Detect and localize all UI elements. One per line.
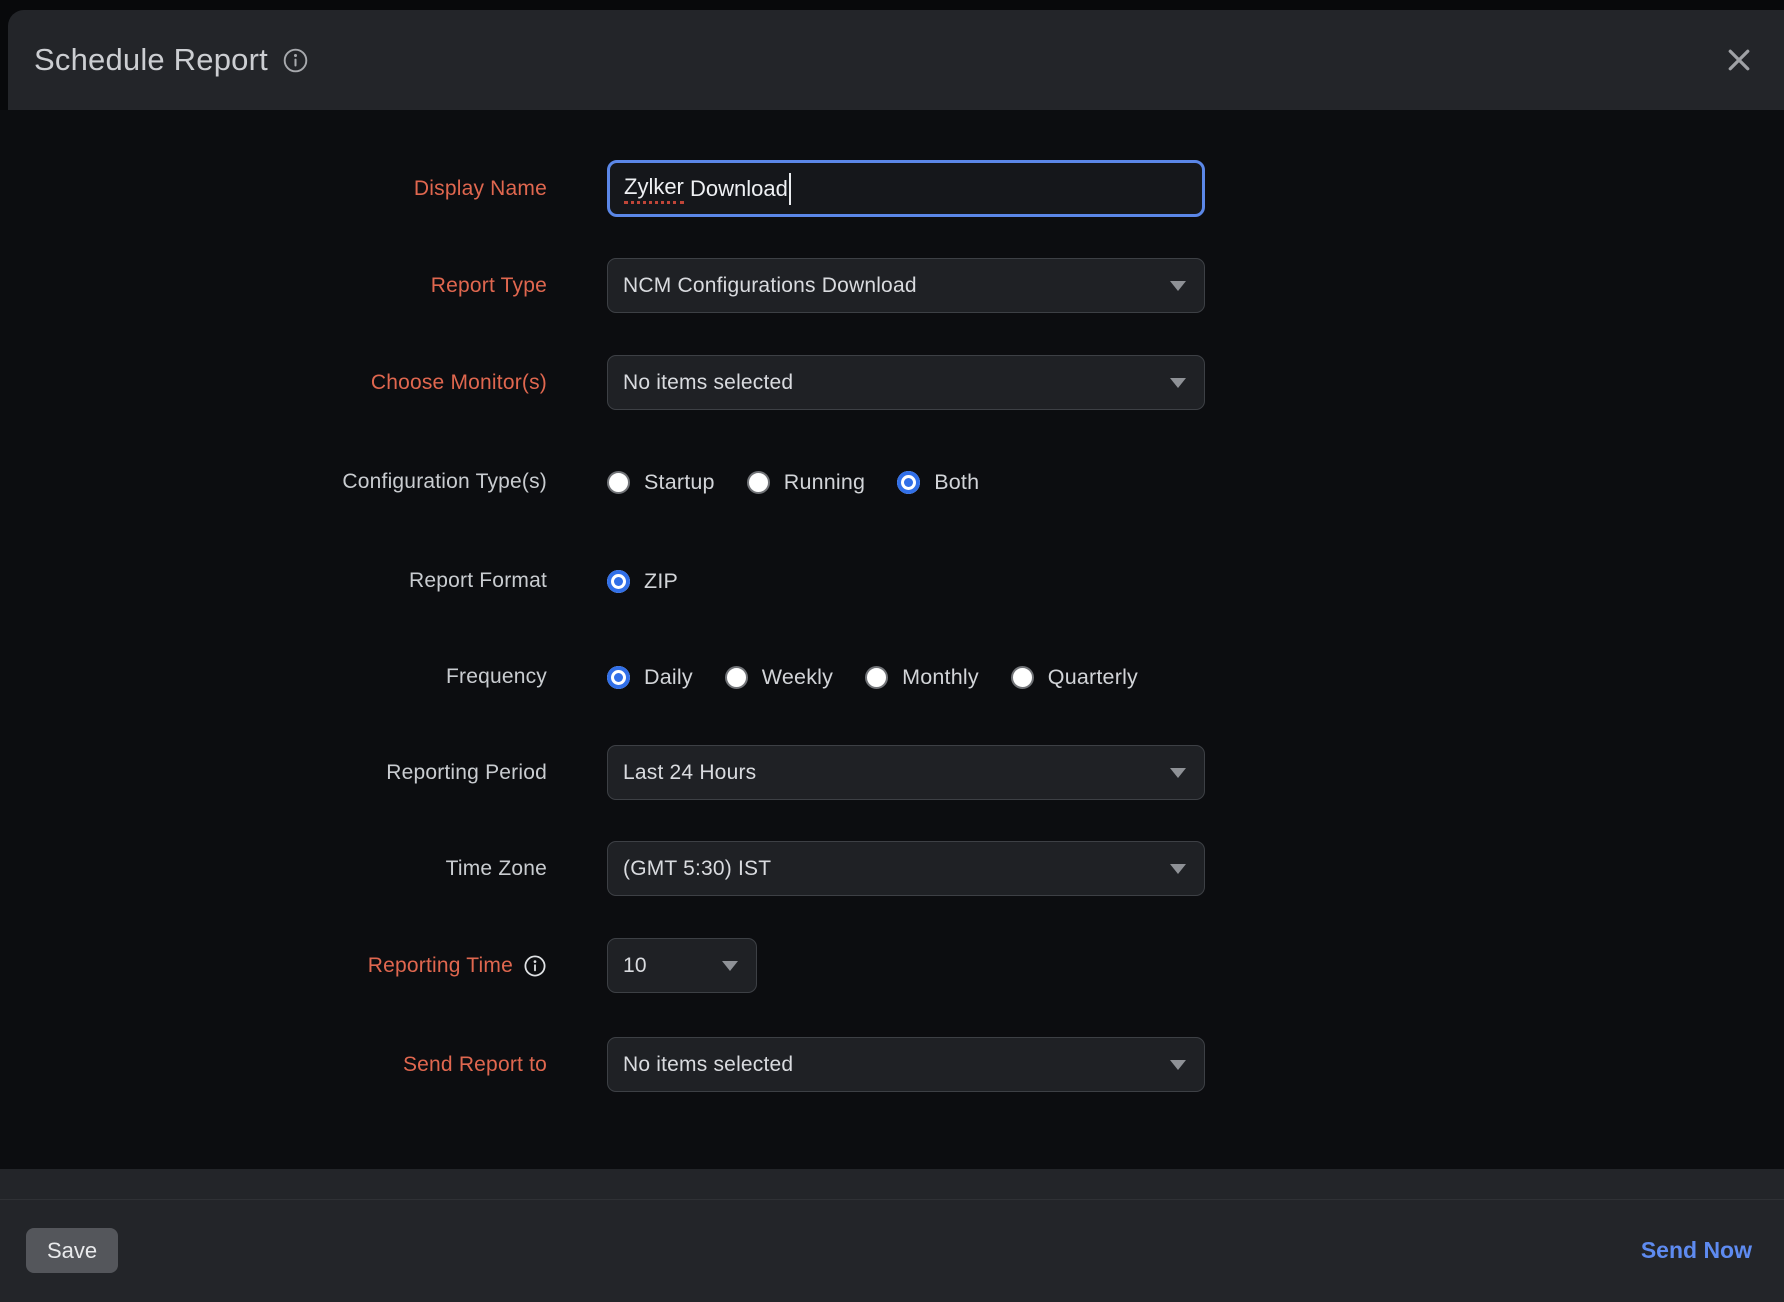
radio-unselected-icon bbox=[865, 666, 888, 689]
chevron-down-icon bbox=[1170, 281, 1186, 291]
reporting-time-row: Reporting Time 10 bbox=[0, 938, 1784, 993]
radio-running[interactable]: Running bbox=[747, 470, 866, 495]
schedule-report-dialog: Schedule Report Display Name Zylker Down… bbox=[0, 0, 1784, 1302]
reporting-time-dropdown[interactable]: 10 bbox=[607, 938, 757, 993]
time-zone-row: Time Zone (GMT 5:30) IST bbox=[0, 841, 1784, 896]
report-type-value: NCM Configurations Download bbox=[623, 274, 917, 298]
radio-unselected-icon bbox=[607, 471, 630, 494]
reporting-time-label: Reporting Time bbox=[368, 954, 513, 978]
title-info-icon[interactable] bbox=[282, 47, 309, 74]
radio-weekly-label: Weekly bbox=[762, 665, 833, 690]
chevron-down-icon bbox=[1170, 864, 1186, 874]
radio-running-label: Running bbox=[784, 470, 866, 495]
chevron-down-icon bbox=[1170, 378, 1186, 388]
report-type-label: Report Type bbox=[0, 274, 547, 298]
reporting-time-info-icon[interactable] bbox=[523, 954, 547, 978]
radio-selected-icon bbox=[607, 666, 630, 689]
report-format-row: Report Format ZIP bbox=[0, 566, 1784, 596]
reporting-time-value: 10 bbox=[623, 954, 647, 978]
reporting-period-label: Reporting Period bbox=[0, 761, 547, 785]
radio-zip[interactable]: ZIP bbox=[607, 569, 678, 594]
frequency-label: Frequency bbox=[0, 665, 547, 689]
display-name-label: Display Name bbox=[0, 177, 547, 201]
display-name-value-rest: Download bbox=[684, 176, 788, 202]
radio-weekly[interactable]: Weekly bbox=[725, 665, 833, 690]
report-type-row: Report Type NCM Configurations Download bbox=[0, 258, 1784, 313]
dialog-footer: Save Send Now bbox=[0, 1169, 1784, 1302]
radio-selected-icon bbox=[607, 570, 630, 593]
reporting-period-value: Last 24 Hours bbox=[623, 761, 756, 785]
radio-both-label: Both bbox=[934, 470, 979, 495]
dialog-body: Display Name Zylker Download Report Type… bbox=[0, 110, 1784, 1169]
frequency-row: Frequency Daily Weekly Monthly Quarterly bbox=[0, 662, 1784, 692]
radio-monthly[interactable]: Monthly bbox=[865, 665, 979, 690]
radio-daily[interactable]: Daily bbox=[607, 665, 693, 690]
reporting-time-label-wrap: Reporting Time bbox=[0, 954, 547, 978]
radio-zip-label: ZIP bbox=[644, 569, 678, 594]
time-zone-value: (GMT 5:30) IST bbox=[623, 857, 771, 881]
dialog-title: Schedule Report bbox=[34, 42, 268, 78]
radio-startup-label: Startup bbox=[644, 470, 715, 495]
radio-unselected-icon bbox=[747, 471, 770, 494]
radio-both[interactable]: Both bbox=[897, 470, 979, 495]
radio-quarterly[interactable]: Quarterly bbox=[1011, 665, 1138, 690]
display-name-input[interactable]: Zylker Download bbox=[607, 160, 1205, 217]
send-report-to-row: Send Report to No items selected bbox=[0, 1037, 1784, 1092]
send-report-to-dropdown[interactable]: No items selected bbox=[607, 1037, 1205, 1092]
text-cursor bbox=[789, 173, 791, 205]
radio-unselected-icon bbox=[725, 666, 748, 689]
radio-quarterly-label: Quarterly bbox=[1048, 665, 1138, 690]
close-icon[interactable] bbox=[1724, 45, 1754, 75]
choose-monitors-dropdown[interactable]: No items selected bbox=[607, 355, 1205, 410]
configuration-types-row: Configuration Type(s) Startup Running Bo… bbox=[0, 467, 1784, 497]
send-now-link[interactable]: Send Now bbox=[1641, 1237, 1752, 1264]
reporting-period-dropdown[interactable]: Last 24 Hours bbox=[607, 745, 1205, 800]
chevron-down-icon bbox=[722, 961, 738, 971]
reporting-period-row: Reporting Period Last 24 Hours bbox=[0, 745, 1784, 800]
radio-startup[interactable]: Startup bbox=[607, 470, 715, 495]
dialog-header: Schedule Report bbox=[8, 10, 1784, 110]
chevron-down-icon bbox=[1170, 1060, 1186, 1070]
send-report-to-label: Send Report to bbox=[0, 1053, 547, 1077]
footer-actions: Save Send Now bbox=[0, 1199, 1784, 1301]
send-report-to-value: No items selected bbox=[623, 1053, 793, 1077]
configuration-types-label: Configuration Type(s) bbox=[0, 470, 547, 494]
chevron-down-icon bbox=[1170, 768, 1186, 778]
choose-monitors-label: Choose Monitor(s) bbox=[0, 371, 547, 395]
report-type-dropdown[interactable]: NCM Configurations Download bbox=[607, 258, 1205, 313]
report-format-label: Report Format bbox=[0, 569, 547, 593]
time-zone-dropdown[interactable]: (GMT 5:30) IST bbox=[607, 841, 1205, 896]
display-name-row: Display Name Zylker Download bbox=[0, 160, 1784, 217]
radio-selected-icon bbox=[897, 471, 920, 494]
save-button[interactable]: Save bbox=[26, 1228, 118, 1273]
display-name-value-misspelled: Zylker bbox=[624, 174, 684, 204]
choose-monitors-value: No items selected bbox=[623, 371, 793, 395]
radio-unselected-icon bbox=[1011, 666, 1034, 689]
choose-monitors-row: Choose Monitor(s) No items selected bbox=[0, 355, 1784, 410]
radio-daily-label: Daily bbox=[644, 665, 693, 690]
time-zone-label: Time Zone bbox=[0, 857, 547, 881]
radio-monthly-label: Monthly bbox=[902, 665, 979, 690]
